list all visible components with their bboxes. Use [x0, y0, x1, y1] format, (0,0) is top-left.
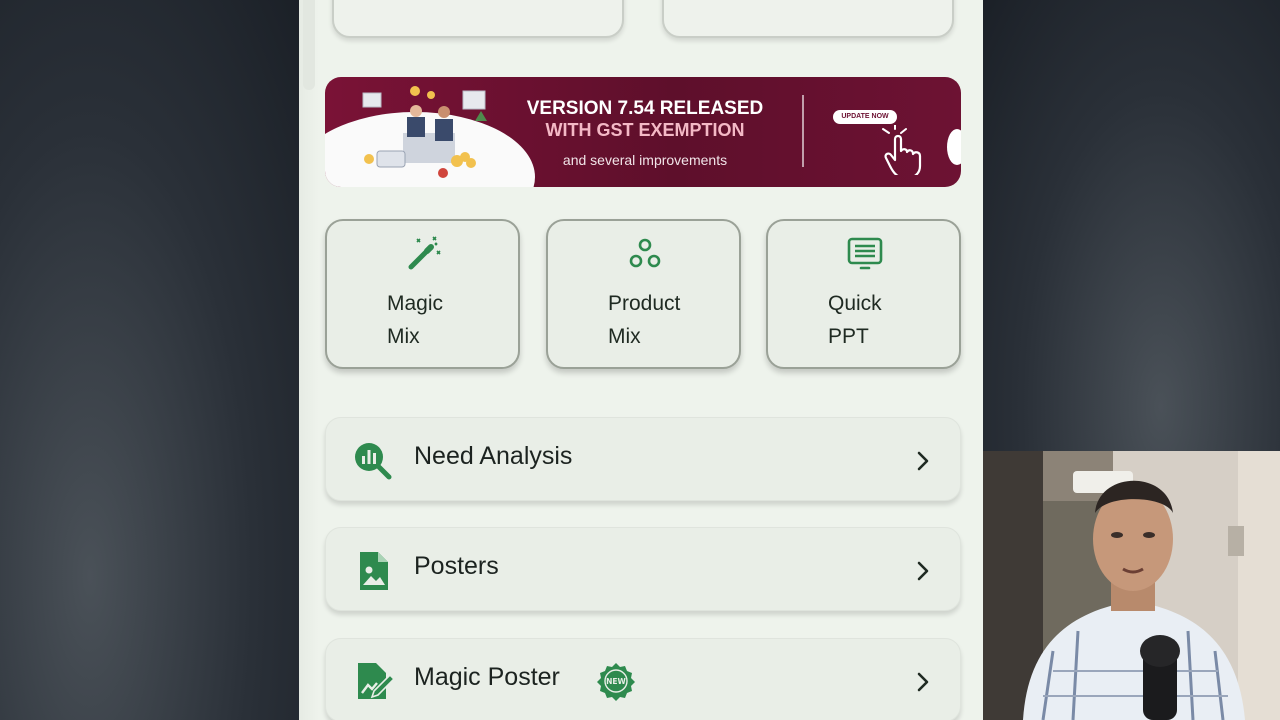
analysis-search-icon — [355, 443, 392, 480]
banner-subheadline: WITH GST EXEMPTION — [545, 120, 745, 140]
banner-decoration — [947, 129, 961, 165]
menu-posters[interactable]: Posters — [325, 527, 961, 611]
top-card-right[interactable] — [662, 0, 954, 38]
tile-quick-ppt[interactable]: Quick PPT — [766, 219, 961, 369]
edit-poster-icon — [358, 663, 394, 699]
presenter-video — [983, 451, 1280, 720]
webcam-overlay — [983, 451, 1280, 720]
menu-magic-poster[interactable]: Magic Poster NEW — [325, 638, 961, 720]
scrollbar[interactable] — [303, 0, 315, 90]
product-mix-icon — [629, 238, 661, 268]
update-banner[interactable]: VERSION 7.54 RELEASED WITH GST EXEMPTION… — [325, 77, 961, 187]
menu-label: Need Analysis — [414, 442, 573, 470]
tap-hand-icon — [882, 125, 922, 175]
update-now-button[interactable]: UPDATE NOW — [833, 110, 897, 124]
banner-tagline: and several improvements — [562, 152, 728, 168]
screen-edge — [299, 0, 319, 720]
tile-label: Product Mix — [608, 292, 681, 348]
chevron-right-icon — [917, 561, 929, 581]
magic-wand-icon — [408, 236, 441, 270]
banner-divider — [802, 95, 804, 167]
menu-need-analysis[interactable]: Need Analysis — [325, 417, 961, 501]
banner-headline: VERSION 7.54 RELEASED — [526, 98, 764, 119]
menu-label: Magic Poster — [414, 663, 560, 691]
meeting-illustration — [362, 86, 487, 178]
tile-label: Magic Mix — [387, 292, 444, 348]
tile-label: Quick PPT — [828, 292, 882, 348]
menu-label: Posters — [414, 552, 499, 580]
app-screen: VERSION 7.54 RELEASED WITH GST EXEMPTION… — [299, 0, 983, 720]
poster-file-icon — [360, 552, 388, 590]
presentation-icon — [847, 237, 883, 270]
badge-text: NEW — [606, 677, 626, 686]
background-left — [0, 0, 300, 720]
chevron-right-icon — [917, 451, 929, 471]
new-badge-icon: NEW — [597, 663, 635, 701]
top-card-left[interactable] — [332, 0, 624, 38]
background-right — [982, 0, 1280, 452]
tile-magic-mix[interactable]: Magic Mix — [325, 219, 520, 369]
tile-product-mix[interactable]: Product Mix — [546, 219, 741, 369]
chevron-right-icon — [917, 672, 929, 692]
